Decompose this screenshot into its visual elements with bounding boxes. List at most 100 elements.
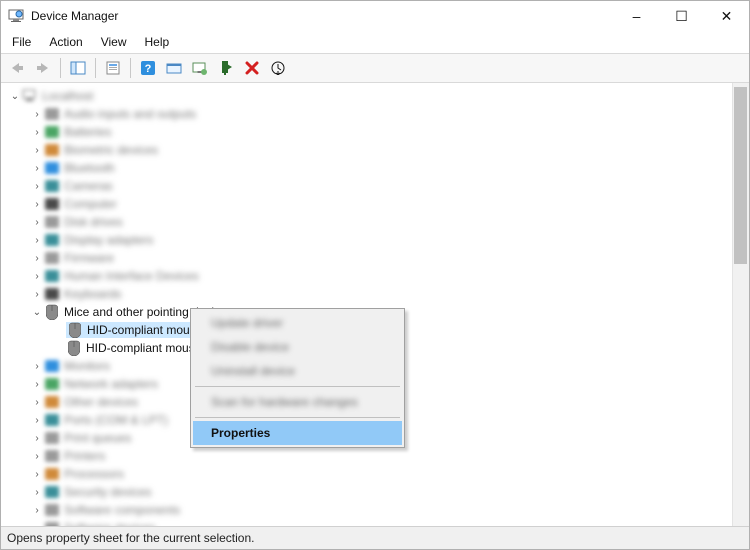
toolbar-properties-button[interactable]	[101, 56, 125, 80]
tree-category[interactable]: ›Bluetooth	[3, 159, 749, 177]
svg-text:?: ?	[145, 63, 152, 75]
toolbar-forward-button[interactable]	[31, 56, 55, 80]
context-menu-item-label: Scan for hardware changes	[211, 395, 358, 409]
tree-pane: ⌄Localhost › Audio inputs and outputs ›Batt…	[1, 83, 749, 527]
expander-closed-icon[interactable]: ›	[30, 395, 44, 409]
tree-category[interactable]: ›Firmware	[3, 249, 749, 267]
tree-category[interactable]: › Cameras	[3, 177, 749, 195]
category-icon	[44, 376, 60, 392]
expander-open-icon[interactable]: ⌄	[8, 89, 22, 103]
tree-item-label: Security devices	[64, 485, 151, 499]
toolbar-back-button[interactable]	[5, 56, 29, 80]
category-icon	[44, 412, 60, 428]
tree-category[interactable]: ›Batteries	[3, 123, 749, 141]
tree-category[interactable]: ›Human Interface Devices	[3, 267, 749, 285]
maximize-button[interactable]: ☐	[659, 1, 704, 31]
tree-item-label: Software devices	[64, 521, 155, 526]
tree-root[interactable]: ⌄Localhost	[3, 87, 749, 105]
context-menu-item[interactable]: Uninstall device	[193, 359, 402, 383]
tree-item-label: Audio inputs and outputs	[64, 107, 196, 121]
category-icon	[44, 268, 60, 284]
expander-closed-icon[interactable]: ›	[30, 287, 44, 301]
category-icon	[44, 484, 60, 500]
category-icon	[44, 502, 60, 518]
tree-item-label: Display adapters	[64, 233, 153, 247]
context-menu-item-label: Disable device	[211, 340, 289, 354]
tree-category[interactable]: ›Keyboards	[3, 285, 749, 303]
context-menu-item[interactable]: Scan for hardware changes	[193, 390, 402, 414]
toolbar-separator	[95, 58, 96, 78]
menu-help[interactable]: Help	[136, 33, 179, 51]
context-menu: Update driver Disable device Uninstall dev…	[190, 308, 405, 448]
toolbar-console-tree-button[interactable]	[66, 56, 90, 80]
tree-category[interactable]: › Security devices	[3, 483, 749, 501]
toolbar-scan-button[interactable]	[162, 56, 186, 80]
tree-category[interactable]: ›Disk drives	[3, 213, 749, 231]
tree-item-label: Cameras	[64, 179, 113, 193]
toolbar-add-legacy-button[interactable]	[214, 56, 238, 80]
expander-closed-icon[interactable]: ›	[30, 161, 44, 175]
vertical-scrollbar[interactable]	[732, 83, 749, 526]
expander-closed-icon[interactable]: ›	[30, 233, 44, 247]
expander-closed-icon[interactable]: ›	[30, 449, 44, 463]
expander-closed-icon[interactable]: ›	[30, 359, 44, 373]
app-icon	[8, 8, 24, 24]
expander-closed-icon[interactable]: ›	[30, 179, 44, 193]
tree-item-label: HID-compliant mouse	[86, 341, 201, 355]
expander-closed-icon[interactable]: ›	[30, 467, 44, 481]
expander-closed-icon[interactable]: ›	[30, 125, 44, 139]
toolbar: ?	[1, 53, 749, 83]
context-menu-properties[interactable]: Properties	[193, 421, 402, 445]
expander-closed-icon[interactable]: ›	[30, 269, 44, 283]
expander-closed-icon[interactable]: ›	[30, 143, 44, 157]
tree-item-label: Biometric devices	[64, 143, 158, 157]
menubar: File Action View Help	[1, 31, 749, 53]
device-tree[interactable]: ⌄Localhost › Audio inputs and outputs ›Batt…	[1, 83, 749, 526]
titlebar: Device Manager – ☐ ✕	[1, 1, 749, 31]
toolbar-update-button[interactable]	[188, 56, 212, 80]
tree-category[interactable]: ›Processors	[3, 465, 749, 483]
context-menu-separator	[195, 417, 400, 418]
tree-category[interactable]: › Biometric devices	[3, 141, 749, 159]
category-icon	[44, 124, 60, 140]
tree-category[interactable]: ›Software components	[3, 501, 749, 519]
category-icon	[44, 250, 60, 266]
expander-open-icon[interactable]: ⌄	[30, 305, 44, 319]
close-button[interactable]: ✕	[704, 1, 749, 31]
menu-action[interactable]: Action	[40, 33, 91, 51]
minimize-button[interactable]: –	[614, 1, 659, 31]
category-icon	[44, 178, 60, 194]
tree-item-label: Monitors	[64, 359, 110, 373]
expander-closed-icon[interactable]: ›	[30, 377, 44, 391]
expander-closed-icon[interactable]: ›	[30, 215, 44, 229]
tree-category[interactable]: › Software devices	[3, 519, 749, 526]
scrollbar-thumb[interactable]	[734, 87, 747, 264]
expander-closed-icon[interactable]: ›	[30, 251, 44, 265]
toolbar-enable-button[interactable]	[266, 56, 290, 80]
menu-view[interactable]: View	[92, 33, 136, 51]
tree-category[interactable]: ›Computer	[3, 195, 749, 213]
expander-closed-icon[interactable]: ›	[30, 197, 44, 211]
expander-closed-icon[interactable]: ›	[30, 413, 44, 427]
expander-closed-icon[interactable]: ›	[30, 431, 44, 445]
tree-category[interactable]: ›Printers	[3, 447, 749, 465]
toolbar-uninstall-button[interactable]	[240, 56, 264, 80]
toolbar-help-button[interactable]: ?	[136, 56, 160, 80]
statusbar-text: Opens property sheet for the current sel…	[7, 531, 254, 545]
context-menu-item[interactable]: Update driver	[193, 311, 402, 335]
expander-closed-icon[interactable]: ›	[30, 503, 44, 517]
category-icon	[44, 430, 60, 446]
category-icon	[44, 448, 60, 464]
context-menu-item-label: Update driver	[211, 316, 283, 330]
menu-file[interactable]: File	[3, 33, 40, 51]
expander-closed-icon[interactable]: ›	[30, 485, 44, 499]
category-icon	[44, 196, 60, 212]
statusbar: Opens property sheet for the current sel…	[1, 527, 749, 549]
category-icon	[44, 520, 60, 526]
context-menu-item-label: Properties	[211, 426, 270, 440]
context-menu-item[interactable]: Disable device	[193, 335, 402, 359]
expander-closed-icon[interactable]: ›	[30, 521, 44, 526]
expander-closed-icon[interactable]: ›	[30, 107, 44, 121]
tree-category[interactable]: › Display adapters	[3, 231, 749, 249]
tree-category[interactable]: › Audio inputs and outputs	[3, 105, 749, 123]
